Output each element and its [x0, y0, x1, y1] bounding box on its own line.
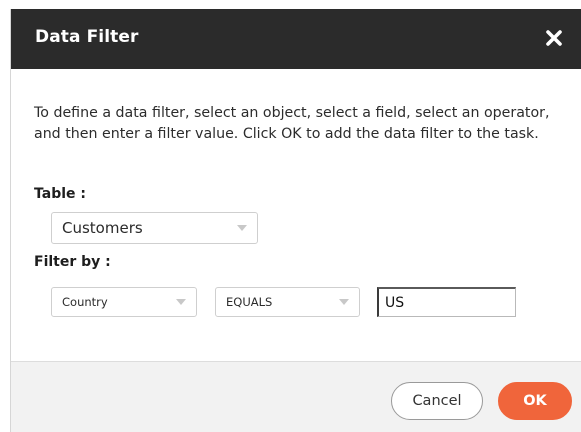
chevron-down-icon: [176, 299, 186, 305]
filter-by-label: Filter by :: [34, 254, 111, 270]
cancel-button[interactable]: Cancel: [391, 382, 483, 420]
filter-value-input[interactable]: [377, 287, 516, 317]
close-icon: [546, 30, 562, 46]
operator-select-value: EQUALS: [226, 295, 273, 309]
dialog-footer: Cancel OK: [11, 361, 581, 432]
dialog-title: Data Filter: [35, 27, 139, 47]
instructions-text: To define a data filter, select an objec…: [34, 105, 550, 142]
chevron-down-icon: [339, 299, 349, 305]
table-label: Table :: [34, 186, 86, 202]
table-select[interactable]: Customers: [51, 212, 258, 244]
field-select[interactable]: Country: [51, 287, 197, 317]
close-button[interactable]: [543, 27, 565, 49]
table-select-value: Customers: [62, 219, 143, 237]
operator-select[interactable]: EQUALS: [215, 287, 360, 317]
data-filter-dialog: Data Filter To define a data filter, sel…: [10, 9, 581, 432]
chevron-down-icon: [237, 225, 247, 231]
dialog-header: Data Filter: [11, 9, 581, 69]
field-select-value: Country: [62, 295, 108, 309]
dialog-body: To define a data filter, select an objec…: [11, 69, 581, 361]
ok-button[interactable]: OK: [498, 382, 572, 420]
